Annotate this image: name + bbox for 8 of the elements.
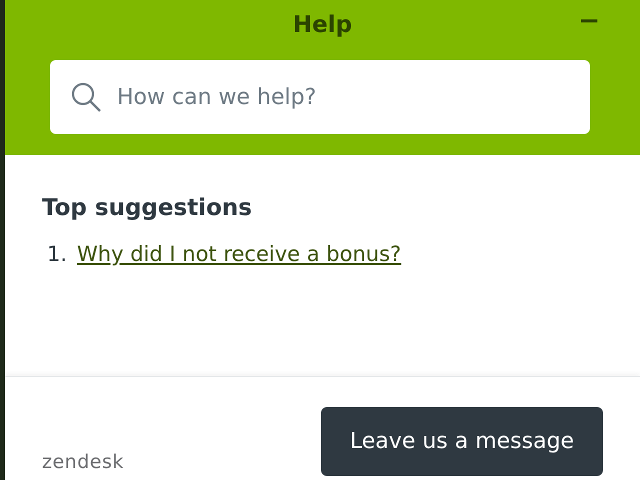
zendesk-logo: zendesk: [42, 450, 124, 474]
suggestion-link[interactable]: Why did I not receive a bonus?: [77, 238, 402, 270]
widget-title: Help: [292, 11, 352, 40]
list-number: 1.: [46, 240, 68, 268]
search-field[interactable]: How can we help?: [50, 60, 590, 134]
minimize-button[interactable]: −: [578, 4, 600, 38]
section-heading: Top suggestions: [42, 195, 253, 223]
leave-message-button[interactable]: Leave us a message: [321, 407, 603, 476]
